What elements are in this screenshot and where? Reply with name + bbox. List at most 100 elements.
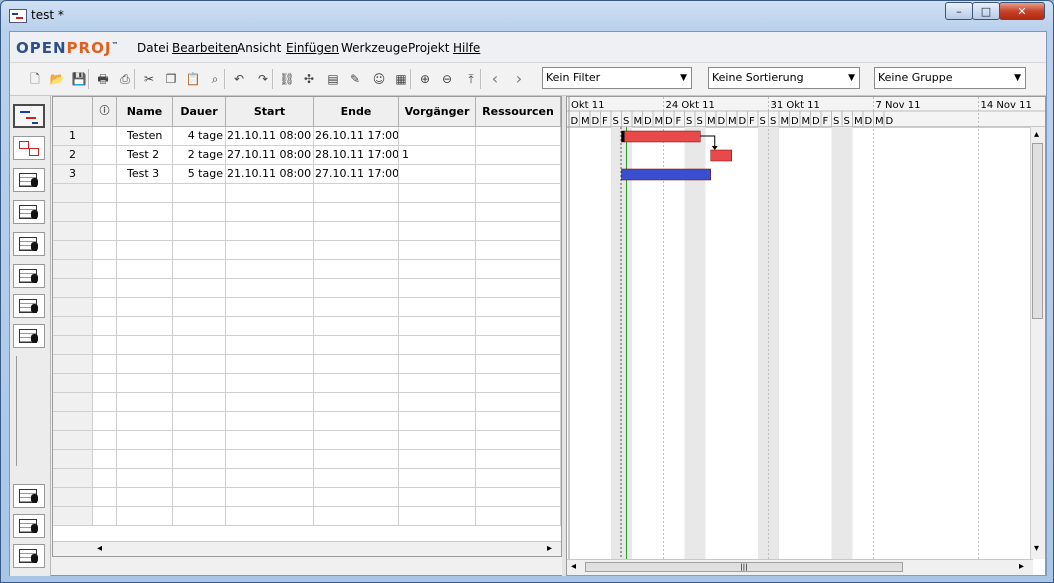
duration-cell[interactable] — [173, 355, 226, 374]
duration-cell[interactable] — [173, 222, 226, 241]
row-number-cell[interactable]: 3 — [53, 165, 93, 184]
start-cell[interactable] — [226, 260, 314, 279]
row-number-cell[interactable] — [53, 412, 93, 431]
resource-sheet-icon[interactable] — [13, 168, 45, 192]
info-cell[interactable] — [93, 431, 117, 450]
table-horizontal-scrollbar[interactable]: ◂ ▸ — [53, 541, 561, 556]
name-cell[interactable] — [117, 298, 173, 317]
wbs-view-icon[interactable] — [13, 200, 45, 224]
duration-header[interactable]: Dauer — [173, 97, 226, 127]
end-cell[interactable] — [314, 469, 399, 488]
task-info-icon[interactable]: ▤ — [324, 70, 342, 88]
duration-cell[interactable] — [173, 450, 226, 469]
name-cell[interactable]: Test 2 — [117, 146, 173, 165]
start-cell[interactable] — [226, 469, 314, 488]
row-number-cell[interactable] — [53, 298, 93, 317]
menu-projekt[interactable]: Projekt — [408, 41, 449, 55]
print-icon[interactable]: 🖶 — [94, 70, 112, 88]
predecessor-cell[interactable] — [399, 203, 476, 222]
row-number-cell[interactable] — [53, 184, 93, 203]
end-header[interactable]: Ende — [314, 97, 399, 127]
open-icon[interactable]: 📂 — [48, 70, 66, 88]
info-cell[interactable] — [93, 507, 117, 526]
end-cell[interactable] — [314, 488, 399, 507]
rbs-view-icon[interactable] — [13, 232, 45, 256]
print-preview-icon[interactable]: ⎙ — [116, 70, 134, 88]
row-number-cell[interactable] — [53, 279, 93, 298]
name-cell[interactable] — [117, 374, 173, 393]
duration-cell[interactable] — [173, 412, 226, 431]
predecessor-cell[interactable] — [399, 184, 476, 203]
network-view-icon[interactable] — [13, 136, 45, 160]
charts-icon[interactable] — [13, 514, 45, 538]
resource-cell[interactable] — [476, 450, 561, 469]
predecessor-cell[interactable] — [399, 222, 476, 241]
menu-ansicht[interactable]: Ansicht — [237, 41, 281, 55]
start-cell[interactable] — [226, 298, 314, 317]
info-cell[interactable] — [93, 469, 117, 488]
save-icon[interactable]: 💾 — [70, 70, 88, 88]
scroll-up-icon[interactable]: ▴ — [1034, 129, 1039, 140]
predecessor-cell[interactable] — [399, 507, 476, 526]
info-cell[interactable] — [93, 374, 117, 393]
start-cell[interactable] — [226, 222, 314, 241]
name-header[interactable]: Name — [117, 97, 173, 127]
scroll-left-icon[interactable]: ◂ — [571, 561, 576, 572]
end-cell[interactable] — [314, 355, 399, 374]
info-cell[interactable] — [93, 203, 117, 222]
name-cell[interactable] — [117, 222, 173, 241]
duration-cell[interactable] — [173, 374, 226, 393]
name-cell[interactable] — [117, 431, 173, 450]
predecessor-cell[interactable] — [399, 298, 476, 317]
row-number-cell[interactable] — [53, 317, 93, 336]
start-cell[interactable] — [226, 374, 314, 393]
info-cell[interactable] — [93, 165, 117, 184]
duration-cell[interactable] — [173, 507, 226, 526]
zoom-out-icon[interactable]: ⊖ — [438, 70, 456, 88]
row-number-cell[interactable] — [53, 336, 93, 355]
zoom-in-icon[interactable]: ⊕ — [416, 70, 434, 88]
resource-cell[interactable] — [476, 127, 561, 146]
resource-cell[interactable] — [476, 412, 561, 431]
end-cell[interactable] — [314, 393, 399, 412]
task-usage-icon[interactable] — [13, 544, 45, 568]
row-number-cell[interactable] — [53, 469, 93, 488]
predecessor-cell[interactable] — [399, 469, 476, 488]
row-number-cell[interactable]: 2 — [53, 146, 93, 165]
name-cell[interactable] — [117, 203, 173, 222]
cut-icon[interactable]: ✂ — [140, 70, 158, 88]
resource-cell[interactable] — [476, 469, 561, 488]
name-cell[interactable] — [117, 260, 173, 279]
start-cell[interactable] — [226, 393, 314, 412]
end-cell[interactable]: 27.10.11 17:00 — [314, 165, 399, 184]
resource-cell[interactable] — [476, 146, 561, 165]
start-cell[interactable] — [226, 355, 314, 374]
name-cell[interactable] — [117, 279, 173, 298]
scroll-down-icon[interactable]: ▾ — [1034, 543, 1039, 554]
name-cell[interactable] — [117, 317, 173, 336]
end-cell[interactable] — [314, 317, 399, 336]
unlink-icon[interactable]: ✣ — [300, 70, 318, 88]
title-bar[interactable]: test * – □ ✕ — [1, 1, 1053, 31]
name-cell[interactable] — [117, 450, 173, 469]
start-cell[interactable] — [226, 450, 314, 469]
minimize-button[interactable]: – — [945, 2, 973, 20]
copy-icon[interactable]: ❐ — [162, 70, 180, 88]
predecessor-cell[interactable] — [399, 279, 476, 298]
duration-cell[interactable] — [173, 488, 226, 507]
duration-cell[interactable]: 4 tage — [173, 127, 226, 146]
end-cell[interactable] — [314, 374, 399, 393]
redo-icon[interactable]: ↷ — [254, 70, 272, 88]
report-icon[interactable] — [13, 294, 45, 318]
duration-cell[interactable] — [173, 298, 226, 317]
end-cell[interactable] — [314, 203, 399, 222]
start-cell[interactable] — [226, 203, 314, 222]
end-cell[interactable]: 26.10.11 17:00 — [314, 127, 399, 146]
name-cell[interactable]: Test 3 — [117, 165, 173, 184]
sort-dropdown[interactable]: Keine Sortierung ▼ — [708, 67, 860, 89]
start-cell[interactable] — [226, 412, 314, 431]
row-number-cell[interactable] — [53, 222, 93, 241]
name-cell[interactable] — [117, 507, 173, 526]
gantt-horizontal-scrollbar[interactable]: ◂ ||| ▸ — [567, 559, 1033, 575]
resource-cell[interactable] — [476, 374, 561, 393]
